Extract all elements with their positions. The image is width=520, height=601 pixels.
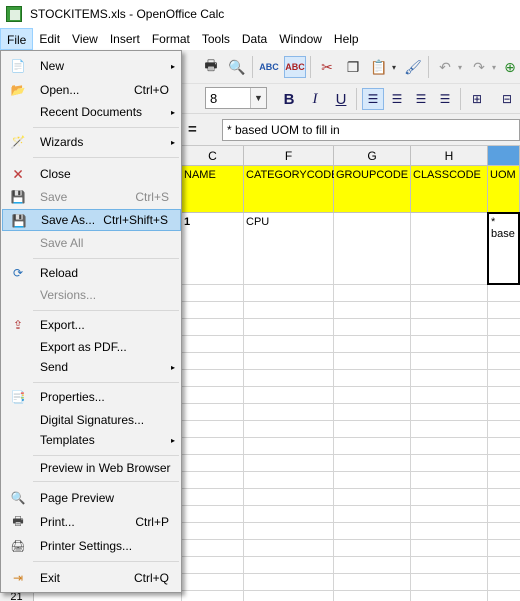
underline-button[interactable]: U	[330, 88, 352, 110]
autospellcheck-icon[interactable]: ABC	[284, 56, 306, 78]
menu-view[interactable]: View	[66, 28, 104, 50]
spellcheck-icon[interactable]: ABC	[258, 56, 280, 78]
redo-dropdown-icon[interactable]: ▾	[488, 56, 500, 78]
exit-icon: ⇥	[12, 571, 24, 585]
printer-icon: 🖶	[12, 513, 24, 528]
wizard-icon: 🪄	[10, 135, 26, 149]
window-title: STOCKITEMS.xls - OpenOffice Calc	[30, 7, 225, 21]
export-icon: ⇪	[12, 318, 24, 332]
menu-item-new[interactable]: 📄 New ▸	[2, 55, 181, 77]
menu-item-save[interactable]: 💾 Save Ctrl+S	[2, 186, 181, 208]
header-cell-classcode[interactable]: CLASSCODE	[411, 166, 488, 213]
menu-item-save-all[interactable]: Save All	[2, 232, 181, 254]
chevron-down-icon[interactable]: ▼	[250, 88, 266, 108]
header-cell-name[interactable]: NAME	[182, 166, 244, 213]
cell-f2[interactable]: CPU	[244, 213, 334, 285]
align-center-icon[interactable]: ☰	[386, 88, 408, 110]
clone-formatting-icon[interactable]: 🖌	[402, 56, 424, 78]
menu-bar: File Edit View Insert Format Tools Data …	[0, 28, 520, 50]
menu-item-close[interactable]: 🗙 Close	[2, 163, 181, 185]
font-size-box[interactable]: 8 ▼	[205, 87, 267, 109]
copy-icon[interactable]: ❐	[342, 56, 364, 78]
submenu-arrow-icon: ▸	[170, 107, 175, 117]
align-right-icon[interactable]: ☰	[410, 88, 432, 110]
file-menu: 📄 New ▸ 📂 Open... Ctrl+O Recent Document…	[0, 50, 182, 593]
font-size-value: 8	[210, 90, 218, 106]
active-cell[interactable]: * base	[487, 212, 520, 285]
page-preview-icon[interactable]: 🔍	[226, 56, 248, 78]
hyperlink-icon[interactable]: ⊕	[502, 56, 518, 78]
print-icon[interactable]: 🖶	[200, 56, 222, 78]
save-icon: 💾	[10, 190, 26, 204]
bold-button[interactable]: B	[278, 88, 300, 110]
justify-icon[interactable]: ☰	[434, 88, 456, 110]
redo-icon[interactable]: ↷	[468, 56, 490, 78]
menu-item-reload[interactable]: ⟳ Reload	[2, 262, 181, 284]
header-cell-uom[interactable]: UOM	[488, 166, 520, 213]
submenu-arrow-icon: ▸	[170, 61, 175, 71]
submenu-arrow-icon: ▸	[170, 137, 175, 147]
menu-item-save-as[interactable]: 💾 Save As... Ctrl+Shift+S	[2, 209, 181, 231]
cell-h2[interactable]	[411, 213, 488, 285]
properties-icon: 📑	[10, 390, 26, 404]
menu-item-exit[interactable]: ⇥ Exit Ctrl+Q	[2, 567, 181, 589]
menu-item-send[interactable]: Send ▸	[2, 356, 181, 378]
menu-item-versions[interactable]: Versions...	[2, 284, 181, 306]
calc-app-icon	[6, 6, 22, 22]
submenu-arrow-icon: ▸	[170, 362, 175, 372]
close-document-icon: 🗙	[13, 165, 23, 180]
open-folder-icon: 📂	[10, 83, 26, 97]
undo-dropdown-icon[interactable]: ▾	[454, 56, 466, 78]
menu-item-printer-settings[interactable]: 🖨 Printer Settings...	[2, 535, 181, 557]
cell-g2[interactable]	[334, 213, 411, 285]
cell-c2[interactable]: 1	[182, 213, 244, 285]
cut-icon[interactable]: ✂	[316, 56, 338, 78]
column-header-f[interactable]: F	[244, 146, 334, 166]
menu-edit[interactable]: Edit	[33, 28, 66, 50]
undo-icon[interactable]: ↶	[434, 56, 456, 78]
menu-data[interactable]: Data	[236, 28, 273, 50]
menu-item-digital-signatures[interactable]: Digital Signatures...	[2, 409, 181, 431]
page-preview-icon: 🔍	[10, 491, 26, 505]
menu-tools[interactable]: Tools	[196, 28, 236, 50]
column-header-selected[interactable]	[488, 146, 520, 166]
column-header-g[interactable]: G	[334, 146, 411, 166]
align-left-icon[interactable]: ☰	[362, 88, 384, 110]
formula-equals-icon[interactable]: =	[188, 121, 197, 138]
menu-file[interactable]: File	[0, 28, 34, 50]
italic-button[interactable]: I	[304, 88, 326, 110]
menu-item-preview-web-browser[interactable]: Preview in Web Browser	[2, 457, 181, 479]
menu-item-wizards[interactable]: 🪄 Wizards ▸	[2, 131, 181, 153]
column-header-c[interactable]: C	[182, 146, 244, 166]
printer-settings-icon: 🖨	[10, 539, 26, 553]
formula-input[interactable]: * based UOM to fill in	[222, 119, 520, 141]
menu-item-export[interactable]: ⇪ Export...	[2, 314, 181, 336]
menu-item-properties[interactable]: 📑 Properties...	[2, 386, 181, 408]
reload-icon: ⟳	[12, 266, 24, 280]
submenu-arrow-icon: ▸	[170, 435, 175, 445]
menu-item-page-preview[interactable]: 🔍 Page Preview	[2, 487, 181, 509]
menu-item-recent-documents[interactable]: Recent Documents ▸	[2, 101, 181, 123]
column-header-h[interactable]: H	[411, 146, 488, 166]
menu-window[interactable]: Window	[273, 28, 328, 50]
menu-format[interactable]: Format	[146, 28, 196, 50]
menu-item-export-pdf[interactable]: Export as PDF...	[2, 336, 181, 358]
title-bar: STOCKITEMS.xls - OpenOffice Calc	[0, 0, 520, 28]
menu-help[interactable]: Help	[328, 28, 365, 50]
menu-item-open[interactable]: 📂 Open... Ctrl+O	[2, 79, 181, 101]
merge-cells-icon[interactable]: ⊞	[466, 88, 488, 110]
save-as-icon: 💾	[11, 214, 27, 228]
new-document-icon: 📄	[10, 59, 26, 73]
menu-item-print[interactable]: 🖶 Print... Ctrl+P	[2, 511, 181, 533]
header-cell-groupcode[interactable]: GROUPCODE	[334, 166, 411, 213]
header-cell-categorycode[interactable]: CATEGORYCODE	[244, 166, 339, 213]
menu-insert[interactable]: Insert	[104, 28, 146, 50]
menu-item-templates[interactable]: Templates ▸	[2, 429, 181, 451]
wrap-icon[interactable]: ⊟	[496, 88, 518, 110]
paste-dropdown-icon[interactable]: ▾	[388, 56, 400, 78]
paste-icon[interactable]: 📋	[368, 56, 390, 78]
